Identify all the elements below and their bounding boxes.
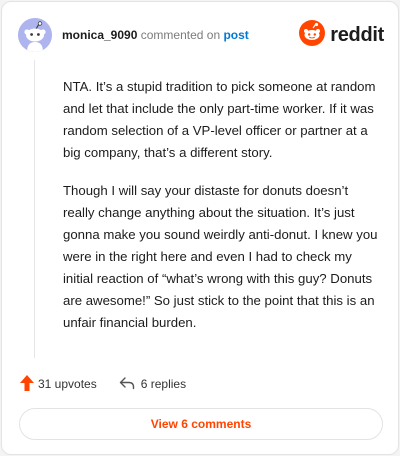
comment-actions: 31 upvotes 6 replies [20, 374, 186, 394]
action-text: commented on [140, 28, 221, 42]
reddit-brand[interactable]: reddit [299, 19, 384, 51]
post-link[interactable]: post [223, 28, 248, 42]
comment-paragraph: NTA. It’s a stupid tradition to pick som… [63, 79, 376, 160]
comment-card: monica_9090 commented on post reddit NTA… [1, 1, 399, 455]
thread-line [34, 60, 35, 358]
upvote-button[interactable]: 31 upvotes [20, 374, 97, 394]
comment-header: monica_9090 commented on post reddit [18, 18, 384, 54]
username[interactable]: monica_9090 [62, 28, 137, 42]
replies-button[interactable]: 6 replies [119, 376, 186, 393]
upvote-arrow-icon [20, 374, 34, 394]
replies-count: 6 replies [140, 377, 187, 391]
byline: monica_9090 commented on post [62, 27, 249, 43]
reply-arrow-icon [119, 376, 135, 393]
reddit-logo-icon [299, 19, 326, 51]
upvote-count: 31 upvotes [38, 377, 97, 391]
comment-body: NTA. It’s a stupid tradition to pick som… [63, 76, 383, 334]
reddit-wordmark: reddit [330, 23, 384, 46]
comment-paragraph: Though I will say your distaste for donu… [63, 183, 378, 330]
view-comments-button[interactable]: View 6 comments [19, 408, 383, 440]
snoo-avatar-icon[interactable] [18, 18, 52, 52]
